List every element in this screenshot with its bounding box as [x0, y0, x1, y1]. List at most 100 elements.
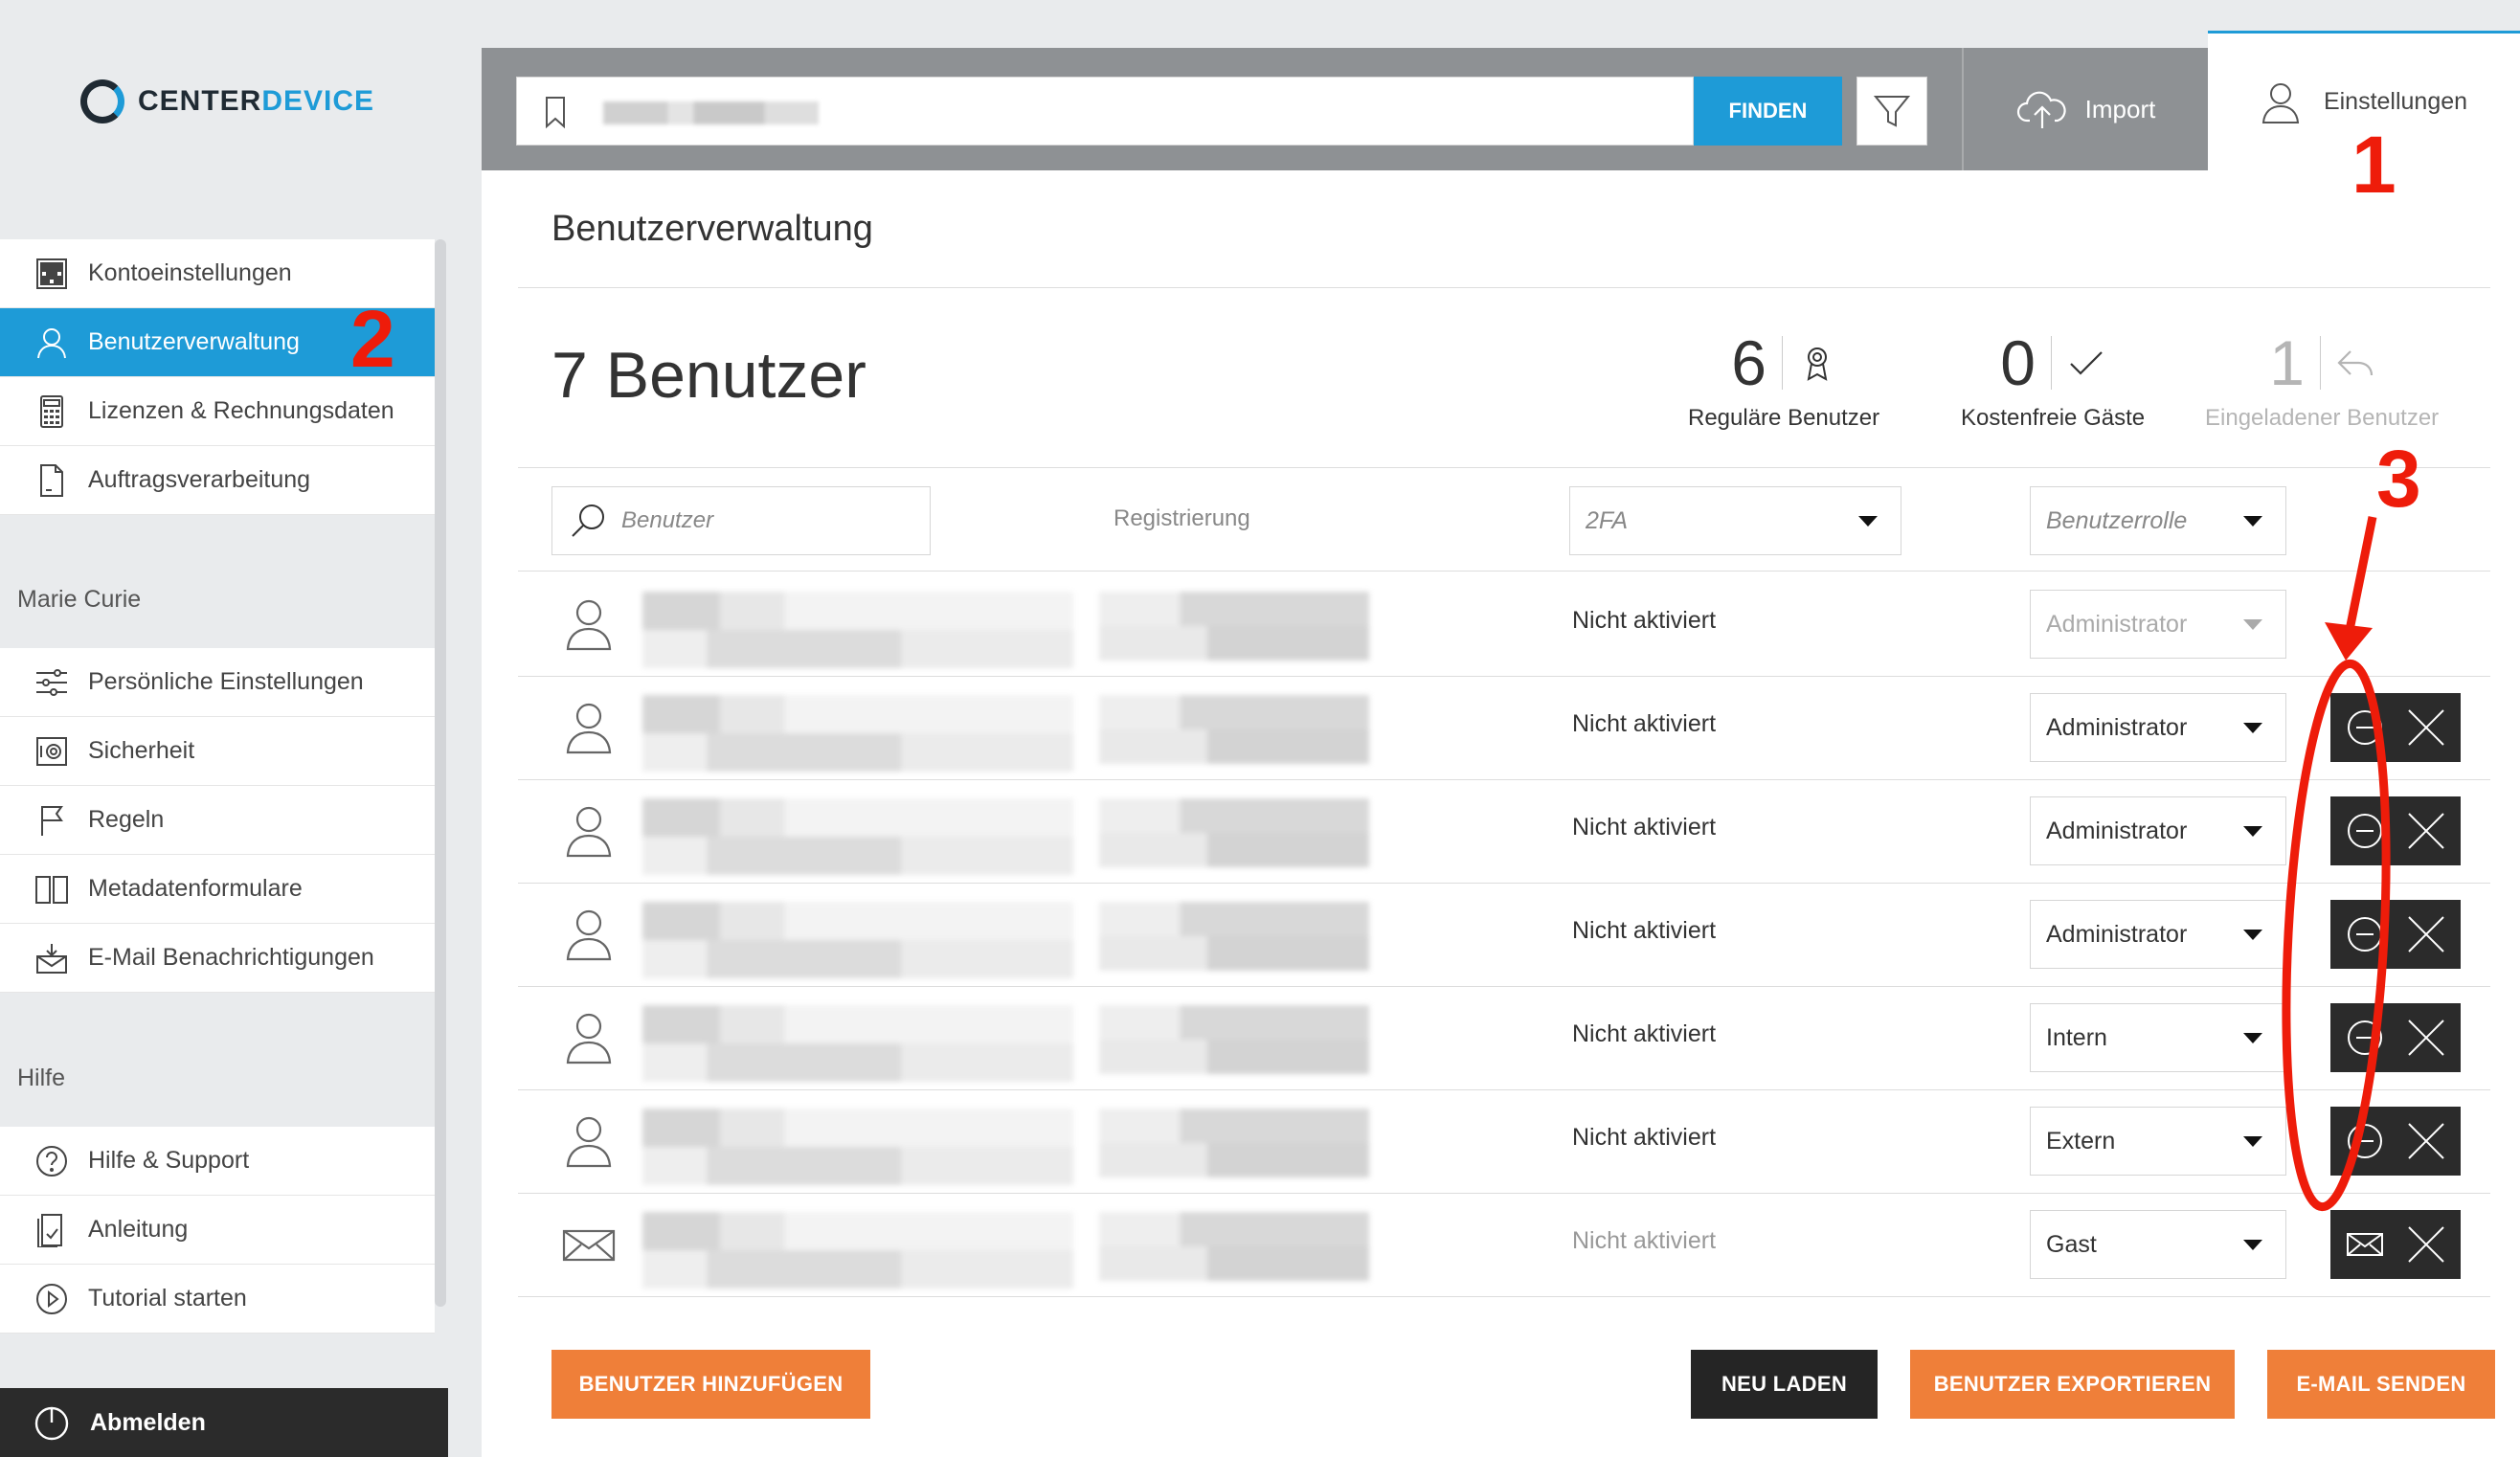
close-icon	[2408, 709, 2444, 746]
table-row[interactable]: Nicht aktiviert Administrator	[482, 883, 2520, 986]
role-select[interactable]: Administrator	[2030, 796, 2286, 865]
find-button[interactable]: FINDEN	[1694, 77, 1842, 146]
delete-user-button[interactable]	[2392, 693, 2461, 762]
send-email-button[interactable]: E-MAIL SENDEN	[2267, 1350, 2495, 1419]
filter-icon	[1873, 96, 1911, 127]
cloud-upload-icon	[2016, 91, 2066, 128]
stat-label: Kostenfreie Gäste	[1961, 405, 2146, 431]
chevron-down-icon	[2243, 1033, 2262, 1043]
redacted-search-text	[603, 101, 819, 124]
redacted-user-name	[642, 695, 1073, 772]
deactivate-user-button[interactable]	[2330, 693, 2399, 762]
table-row[interactable]: Nicht aktiviert Administrator	[482, 572, 2520, 676]
redacted-registration	[1099, 592, 1369, 661]
delete-user-button[interactable]	[2392, 796, 2461, 865]
table-row[interactable]: Nicht aktiviert Administrator	[482, 676, 2520, 779]
flag-icon	[41, 805, 63, 836]
import-button[interactable]: Import	[1962, 48, 2208, 170]
sidebar-item-persoenliche-einstellungen[interactable]: Persönliche Einstellungen	[0, 648, 435, 717]
role-filter-select[interactable]: Benutzerrolle	[2030, 486, 2286, 555]
delete-user-button[interactable]	[2392, 1003, 2461, 1072]
sidebar-item-metadatenformulare[interactable]: Metadatenformulare	[0, 855, 435, 924]
table-row[interactable]: Nicht aktiviert Gast	[482, 1193, 2520, 1296]
sidebar-scrollbar[interactable]	[435, 239, 446, 1307]
mail-inbox-icon	[36, 943, 67, 974]
sidebar-item-regeln[interactable]: Regeln	[0, 786, 435, 855]
delete-user-button[interactable]	[2392, 1107, 2461, 1176]
annotation-number-1: 1	[2351, 120, 2396, 210]
deactivate-user-button[interactable]	[2330, 796, 2399, 865]
close-icon	[2408, 1123, 2444, 1159]
chevron-down-icon	[2243, 516, 2262, 527]
role-value: Intern	[2046, 1023, 2107, 1051]
twofa-status: Nicht aktiviert	[1572, 814, 1717, 841]
sidebar-item-anleitung[interactable]: Anleitung	[0, 1196, 435, 1265]
deactivate-user-button[interactable]	[2330, 900, 2399, 969]
minus-circle-icon	[2348, 917, 2382, 952]
role-value: Administrator	[2046, 920, 2188, 948]
role-select[interactable]: Administrator	[2030, 900, 2286, 969]
sidebar-item-email-benachrichtigungen[interactable]: E-Mail Benachrichtigungen	[0, 924, 435, 993]
twofa-status: Nicht aktiviert	[1572, 1124, 1717, 1151]
sidebar-item-sicherheit[interactable]: Sicherheit	[0, 717, 435, 786]
table-row[interactable]: Nicht aktiviert Intern	[482, 986, 2520, 1089]
table-row[interactable]: Nicht aktiviert Administrator	[482, 779, 2520, 883]
redacted-user-name	[642, 592, 1073, 668]
play-icon	[36, 1283, 67, 1314]
question-icon	[36, 1145, 67, 1177]
reload-button[interactable]: NEU LADEN	[1691, 1350, 1878, 1419]
minus-circle-icon	[2348, 1124, 2382, 1158]
redacted-user-name	[642, 798, 1073, 875]
envelope-icon	[2347, 1233, 2383, 1256]
book-icon	[35, 875, 68, 904]
twofa-status: Nicht aktiviert	[1572, 917, 1717, 944]
add-user-button[interactable]: BENUTZER HINZUFÜGEN	[551, 1350, 870, 1419]
role-value: Administrator	[2046, 713, 2188, 741]
sidebar-item-lizenzen[interactable]: Lizenzen & Rechnungsdaten	[0, 377, 435, 446]
role-select[interactable]: Gast	[2030, 1210, 2286, 1279]
logo-icon	[80, 79, 124, 123]
deactivate-user-button[interactable]	[2330, 1107, 2399, 1176]
redacted-registration	[1099, 902, 1369, 971]
export-users-button[interactable]: BENUTZER EXPORTIEREN	[1910, 1350, 2235, 1419]
sidebar-item-auftragsverarbeitung[interactable]: Auftragsverarbeitung	[0, 446, 435, 515]
table-row[interactable]: Nicht aktiviert Extern	[482, 1089, 2520, 1193]
calculator-icon	[40, 394, 63, 428]
deactivate-user-button[interactable]	[2330, 1003, 2399, 1072]
sidebar-item-hilfe-support[interactable]: Hilfe & Support	[0, 1127, 435, 1196]
user-avatar-icon	[566, 1116, 612, 1168]
help-nav: Hilfe & Support Anleitung Tutorial start…	[0, 1127, 435, 1334]
user-search-input[interactable]: Benutzer	[551, 486, 931, 555]
import-label: Import	[2084, 94, 2156, 123]
chevron-down-icon	[2243, 1240, 2262, 1250]
sidebar-item-tutorial-starten[interactable]: Tutorial starten	[0, 1265, 435, 1334]
sidebar-item-label: E-Mail Benachrichtigungen	[88, 944, 374, 971]
delete-user-button[interactable]	[2392, 1210, 2461, 1279]
user-avatar-icon	[566, 1013, 612, 1065]
centerdevice-logo[interactable]: CENTERDEVICE	[80, 77, 374, 126]
redacted-user-name	[642, 902, 1073, 978]
redacted-registration	[1099, 1005, 1369, 1074]
logout-button[interactable]: Abmelden	[0, 1388, 448, 1457]
sidebar: CENTERDEVICE Kontoeinstellungen Benutzer…	[0, 0, 450, 1457]
stat-value: 0	[2000, 327, 2036, 398]
delete-user-button[interactable]	[2392, 900, 2461, 969]
role-select[interactable]: Intern	[2030, 1003, 2286, 1072]
chevron-down-icon	[2243, 1136, 2262, 1147]
twofa-filter-select[interactable]: 2FA	[1569, 486, 1901, 555]
user-search-placeholder: Benutzer	[621, 507, 714, 533]
role-select[interactable]: Administrator	[2030, 693, 2286, 762]
twofa-status: Nicht aktiviert	[1572, 607, 1717, 634]
power-icon	[34, 1406, 69, 1441]
page-title: Benutzerverwaltung	[551, 209, 873, 249]
minus-circle-icon	[2348, 814, 2382, 848]
stat-free-guests: 0 Kostenfreie Gäste	[1961, 328, 2145, 432]
global-search-input[interactable]	[516, 77, 1694, 146]
chevron-down-icon	[2243, 930, 2262, 940]
sidebar-item-label: Kontoeinstellungen	[88, 259, 292, 286]
settings-label: Einstellungen	[2323, 88, 2468, 115]
filter-button[interactable]	[1856, 77, 1927, 146]
resend-invite-button[interactable]	[2330, 1210, 2399, 1279]
bookmark-icon[interactable]	[538, 95, 573, 129]
role-select[interactable]: Extern	[2030, 1107, 2286, 1176]
